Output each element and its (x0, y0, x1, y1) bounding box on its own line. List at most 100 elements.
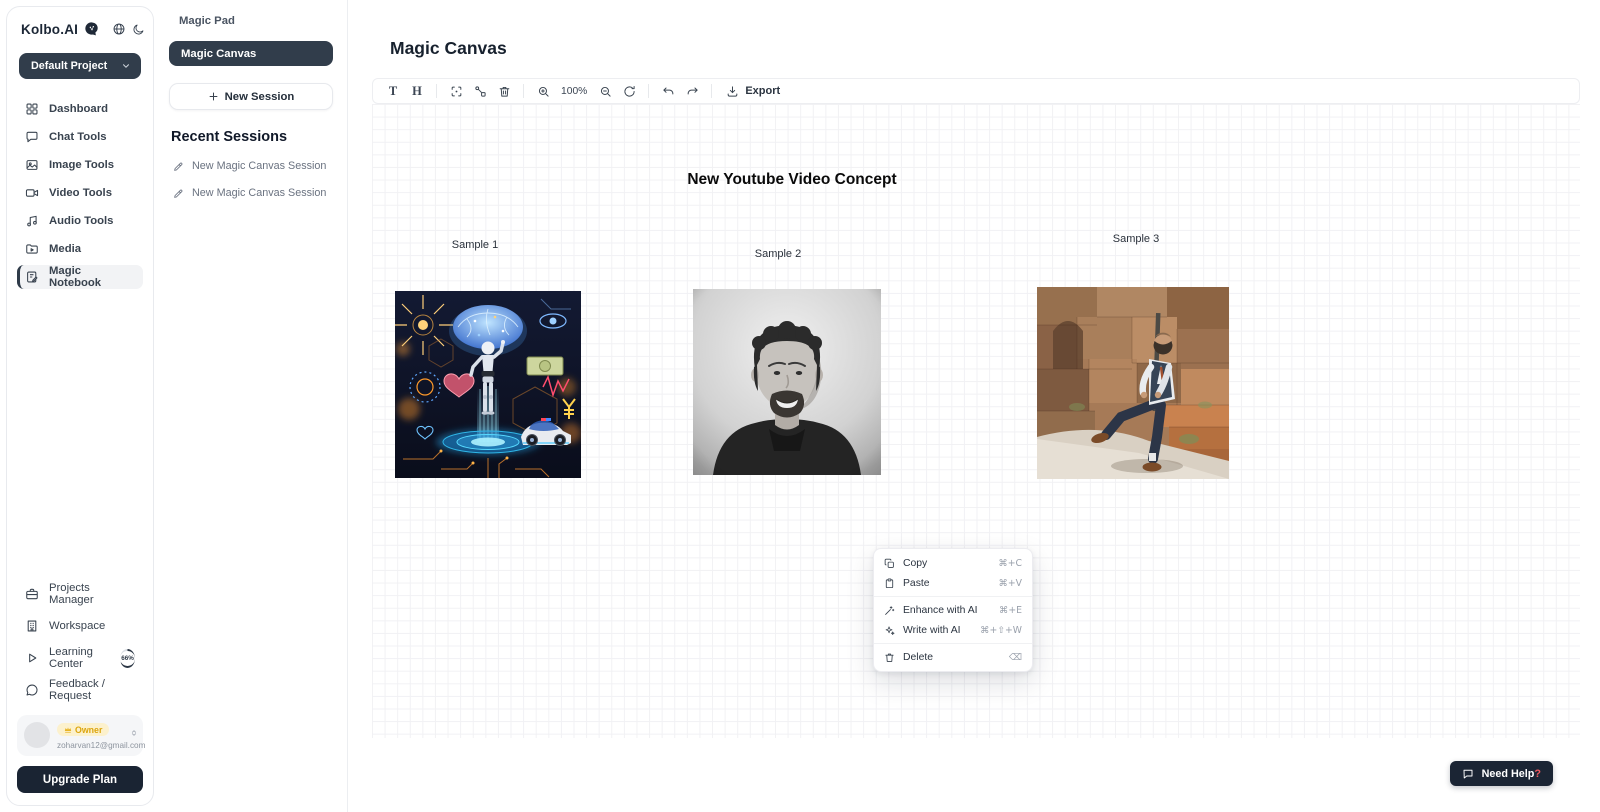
chevron-down-icon (121, 61, 131, 71)
dark-mode-moon-icon[interactable] (132, 23, 145, 36)
sample-3-image[interactable] (1037, 287, 1229, 479)
sample-2-label[interactable]: Sample 2 (755, 248, 801, 260)
sidebar: Kolbo.AI Default Project Dashboard (6, 6, 154, 806)
user-card[interactable]: Owner zoharvan12@gmail.com (17, 715, 143, 757)
sidebar-item-label: Magic Notebook (49, 265, 135, 289)
undo-button[interactable] (657, 81, 679, 101)
toolbar-divider (648, 84, 649, 98)
sidebar-item-dashboard[interactable]: Dashboard (17, 97, 143, 121)
sidebar-item-label: Projects Manager (49, 582, 135, 606)
context-menu-paste[interactable]: Paste ⌘+V (874, 573, 1032, 593)
plus-icon (208, 91, 219, 102)
sidebar-item-learning-center[interactable]: Learning Center 66% (17, 646, 143, 671)
session-list-item[interactable]: New Magic Canvas Session (169, 160, 333, 172)
image-icon (25, 158, 39, 172)
context-menu-copy[interactable]: Copy ⌘+C (874, 553, 1032, 573)
language-globe-icon[interactable] (112, 22, 126, 36)
paste-icon (884, 578, 895, 589)
connector-tool-button[interactable] (469, 81, 491, 101)
sidebar-footer-nav: Projects Manager Workspace Learning Cent… (17, 582, 143, 703)
trash-icon (884, 652, 895, 663)
sidebar-item-label: Workspace (49, 620, 105, 632)
audio-icon (25, 214, 39, 228)
toolbar-divider (523, 84, 524, 98)
copy-icon (884, 558, 895, 569)
ai-head-icon (84, 21, 100, 37)
sample-1-label[interactable]: Sample 1 (452, 239, 498, 251)
folder-icon (25, 242, 39, 256)
sample-3-label[interactable]: Sample 3 (1113, 233, 1159, 245)
sidebar-item-label: Chat Tools (49, 131, 107, 143)
text-tool-button[interactable]: T (382, 81, 404, 101)
pencil-icon (173, 188, 184, 199)
context-menu-delete[interactable]: Delete ⌫ (874, 647, 1032, 667)
upgrade-plan-button[interactable]: Upgrade Plan (17, 766, 143, 793)
toolbar-divider (436, 84, 437, 98)
shortcut-label: ⌘+C (998, 558, 1022, 569)
toolbar-divider (711, 84, 712, 98)
sidebar-item-image-tools[interactable]: Image Tools (17, 153, 143, 177)
chevron-up-down-icon (130, 724, 138, 742)
project-selector[interactable]: Default Project (19, 53, 141, 79)
canvas-title[interactable]: New Youtube Video Concept (687, 171, 896, 189)
main-area: Magic Canvas T H 100% Export New Youtube… (348, 0, 1600, 812)
sidebar-item-chat-tools[interactable]: Chat Tools (17, 125, 143, 149)
redo-button[interactable] (681, 81, 703, 101)
app-window: Kolbo.AI Default Project Dashboard (0, 0, 1600, 812)
sidebar-item-magic-notebook[interactable]: Magic Notebook (17, 265, 143, 289)
context-menu-enhance-with-ai[interactable]: Enhance with AI ⌘+E (874, 600, 1032, 620)
sidebar-item-label: Learning Center (49, 646, 106, 670)
session-tab-magic-canvas[interactable]: Magic Canvas (169, 41, 333, 66)
chat-icon (25, 130, 39, 144)
new-session-button[interactable]: New Session (169, 83, 333, 110)
rotate-icon (623, 85, 636, 98)
zoom-out-icon (599, 85, 612, 98)
sidebar-item-video-tools[interactable]: Video Tools (17, 181, 143, 205)
redo-icon (686, 85, 699, 98)
logo-row: Kolbo.AI (17, 21, 143, 37)
select-icon (450, 85, 463, 98)
zoom-level: 100% (561, 86, 587, 97)
pencil-icon (173, 161, 184, 172)
video-icon (25, 186, 39, 200)
sidebar-item-projects-manager[interactable]: Projects Manager (17, 582, 143, 607)
sidebar-item-audio-tools[interactable]: Audio Tools (17, 209, 143, 233)
sidebar-item-label: Audio Tools (49, 215, 113, 227)
sample-1-image[interactable] (395, 291, 581, 478)
crown-icon (64, 726, 72, 734)
sidebar-item-label: Video Tools (49, 187, 112, 199)
sparkles-icon (884, 625, 895, 636)
session-list-item[interactable]: New Magic Canvas Session (169, 187, 333, 199)
sample-2-image[interactable] (693, 289, 881, 475)
sidebar-item-media[interactable]: Media (17, 237, 143, 261)
sidebar-item-feedback-request[interactable]: Feedback / Request (17, 678, 143, 703)
select-tool-button[interactable] (445, 81, 467, 101)
zoom-in-button[interactable] (532, 81, 554, 101)
play-icon (25, 651, 39, 665)
feedback-icon (25, 683, 39, 697)
session-panel: Magic Pad Magic Canvas New Session Recen… (155, 0, 348, 812)
sidebar-nav: Dashboard Chat Tools Image Tools Video T… (17, 97, 143, 289)
context-menu-divider (874, 596, 1032, 597)
context-menu-write-with-ai[interactable]: Write with AI ⌘+⇧+W (874, 620, 1032, 640)
notebook-icon (25, 270, 39, 284)
reset-view-button[interactable] (618, 81, 640, 101)
delete-tool-button[interactable] (493, 81, 515, 101)
need-help-button[interactable]: Need Help? (1450, 761, 1553, 786)
export-button[interactable]: Export (720, 85, 786, 98)
context-menu: Copy ⌘+C Paste ⌘+V Enhance with AI ⌘+E W… (873, 548, 1033, 672)
chat-bubble-icon (1462, 768, 1474, 780)
shortcut-label: ⌘+⇧+W (980, 625, 1022, 636)
brand-logo: Kolbo.AI (21, 22, 78, 37)
sidebar-item-workspace[interactable]: Workspace (17, 614, 143, 639)
sidebar-item-label: Feedback / Request (49, 678, 135, 702)
canvas-toolbar: T H 100% Export (372, 78, 1580, 104)
recent-sessions-heading: Recent Sessions (169, 129, 333, 145)
canvas-grid[interactable]: New Youtube Video Concept Sample 1 Sampl… (372, 104, 1580, 738)
connector-icon (474, 85, 487, 98)
session-tab-magic-pad[interactable]: Magic Pad (169, 15, 333, 27)
dashboard-icon (25, 102, 39, 116)
zoom-out-button[interactable] (594, 81, 616, 101)
heading-tool-button[interactable]: H (406, 81, 428, 101)
sidebar-item-label: Dashboard (49, 103, 108, 115)
